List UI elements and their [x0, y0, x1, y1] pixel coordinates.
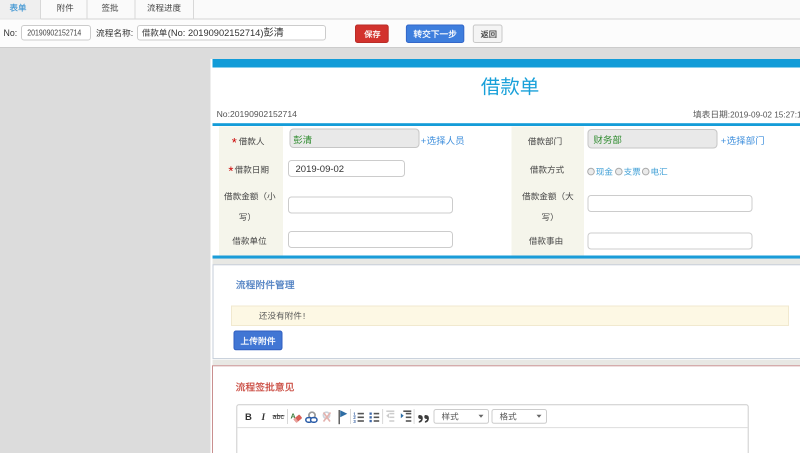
svg-text:!: !	[303, 311, 305, 321]
svg-text:2019-09-02: 2019-09-02	[296, 164, 345, 175]
svg-text:B: B	[245, 412, 252, 423]
svg-text:+: +	[721, 136, 727, 147]
svg-text:No:: No:	[4, 28, 18, 38]
svg-text:20190902152714: 20190902152714	[27, 28, 81, 37]
svg-text::: :	[131, 28, 133, 38]
svg-text:I: I	[261, 413, 266, 423]
svg-text:No:20190902152714: No:20190902152714	[217, 109, 298, 119]
svg-text:3: 3	[353, 419, 356, 424]
svg-text:(No: 20190902152714): (No: 20190902152714)	[168, 28, 264, 38]
svg-text:+: +	[421, 136, 427, 147]
svg-text:*: *	[228, 163, 233, 178]
svg-text:*: *	[232, 135, 237, 150]
svg-text::2019-09-02 15:27:16: :2019-09-02 15:27:16	[728, 111, 800, 120]
svg-text:abc: abc	[273, 412, 285, 421]
